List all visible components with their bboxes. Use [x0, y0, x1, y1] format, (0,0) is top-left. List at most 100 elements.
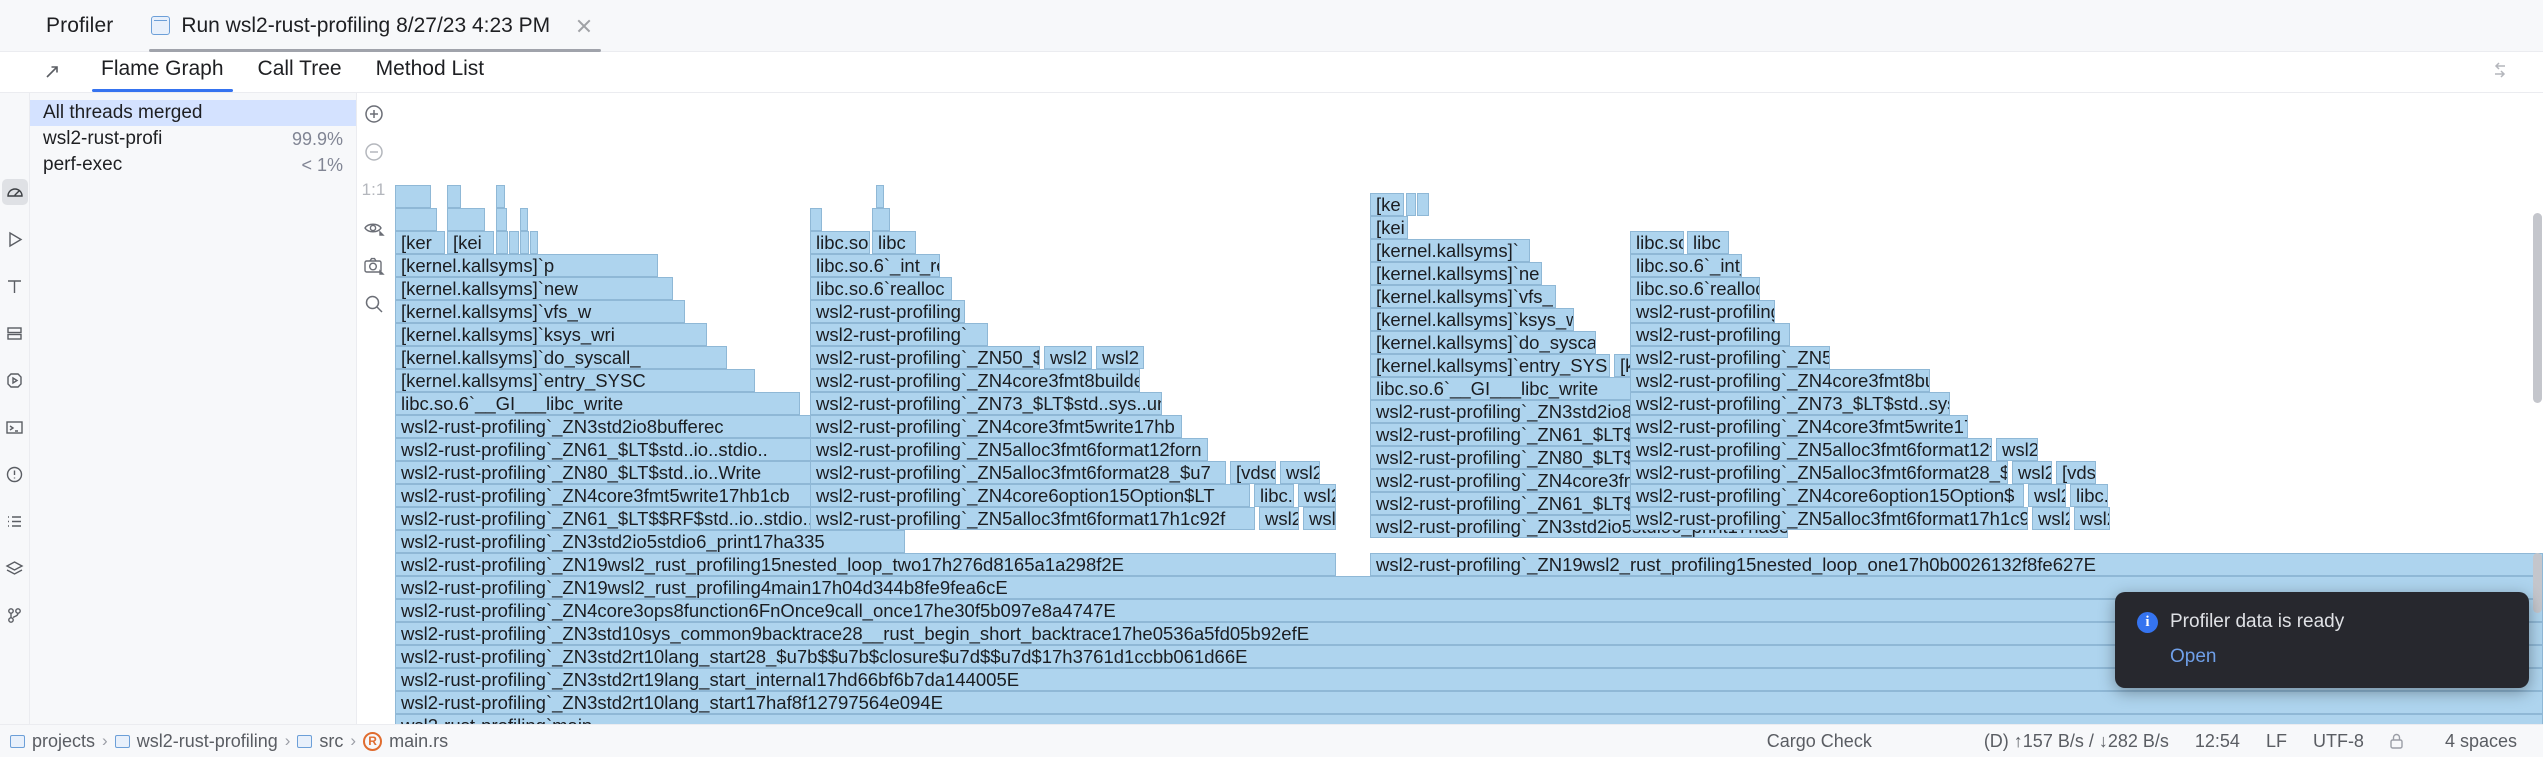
flame-frame[interactable]: wsl2-rust-profiling`_ZN5alloc3fmt6format… [1630, 438, 1992, 461]
collapse-all-icon[interactable] [2485, 57, 2517, 85]
flame-frame[interactable] [1417, 193, 1429, 216]
flame-frame[interactable]: wsl2-rust-profiling`_ZN5alloc3fmt6format… [1630, 461, 2008, 484]
line-separator[interactable]: LF [2266, 731, 2287, 752]
flame-frame[interactable]: wsl2-rust-profiling`_ZN50_$ [810, 346, 1040, 369]
flame-scrollbar-thumb[interactable] [2533, 553, 2542, 613]
camera-icon[interactable] [361, 253, 387, 279]
flame-frame[interactable]: wsl2 [2012, 461, 2052, 484]
flame-frame[interactable] [447, 185, 461, 208]
flame-frame[interactable]: [ker [395, 231, 445, 254]
flame-frame[interactable]: wsl2-rust-profiling`_ZN3std2io8bufferec [395, 415, 831, 438]
flame-frame[interactable]: wsl2-rust-profiling`_ZN5alloc3fmt6format… [1630, 507, 2028, 530]
breadcrumb-item-file[interactable]: R main.rs [363, 731, 448, 752]
flame-frame[interactable]: libc.so.6`__GI___libc_write [1370, 377, 1662, 400]
build-icon[interactable] [2, 273, 28, 299]
terminal-icon[interactable] [2, 414, 28, 440]
eye-icon[interactable] [361, 215, 387, 241]
flame-frame[interactable]: wsl2-rust-profiling`_ZN5alloc3fmt6format… [810, 438, 1208, 461]
flame-frame[interactable] [530, 231, 538, 254]
lock-icon[interactable] [2388, 732, 2405, 751]
flame-frame[interactable]: wsl2 [1096, 346, 1144, 369]
flame-graph-canvas[interactable]: [ker [kei [kernel.kallsyms]`p [kernel.kalls… [390, 93, 2543, 724]
flame-frame[interactable]: wsl2-rust-profiling`_ZN50 [1630, 346, 1830, 369]
breadcrumb-item-project[interactable]: wsl2-rust-profiling [114, 731, 278, 752]
flame-frame[interactable]: [kernel.kallsyms]`do_sysca [1370, 331, 1596, 354]
run-icon[interactable] [2, 226, 28, 252]
profiler-icon[interactable] [1, 179, 28, 205]
flame-frame[interactable]: [kernel.kallsyms]`vfs_w [395, 300, 685, 323]
flame-frame[interactable]: wsl2- [1259, 507, 1299, 530]
flame-frame[interactable]: [kernel.kallsyms]`ne [1370, 262, 1542, 285]
network-status[interactable]: (D) ↑157 B/s / ↓282 B/s [1984, 731, 2169, 752]
flame-frame[interactable]: [kernel.kallsyms]`vfs_ [1370, 285, 1556, 308]
flame-frame[interactable]: wsl2-rust-profiling [1630, 300, 1775, 323]
flame-frame[interactable]: libc.so.6`_int_re [810, 254, 940, 277]
flame-frame[interactable]: [kernel.kallsyms]`entry_SYSC [395, 369, 755, 392]
flame-frame[interactable]: wsl2- [2028, 484, 2066, 507]
run-session-tab[interactable]: Run wsl2-rust-profiling 8/27/23 4:23 PM [149, 0, 602, 52]
flame-frame[interactable]: wsl2-rust-profiling [1630, 323, 1790, 346]
flame-frame[interactable]: wsl2-rust-profiling`_ZN19wsl2_rust_profi… [395, 553, 1336, 576]
flame-frame[interactable]: [kei [1370, 216, 1408, 239]
zoom-in-icon[interactable] [361, 101, 387, 127]
cargo-check-status[interactable]: Cargo Check [1767, 731, 1872, 752]
flame-frame[interactable]: wsl2-rust-profiling`_ZN4core3fmt5write17… [810, 415, 1182, 438]
flame-frame[interactable] [395, 208, 437, 231]
tab-call-tree[interactable]: Call Tree [241, 57, 359, 92]
flame-frame[interactable]: [kernel.kallsyms]` [1370, 239, 1530, 262]
flame-frame[interactable]: wsl2 [1280, 461, 1320, 484]
thread-row[interactable]: All threads merged [30, 100, 356, 126]
flame-frame[interactable]: wsl2-rust-profiling`_ZN4core3fmt5write17… [395, 484, 882, 507]
services-icon[interactable] [2, 320, 28, 346]
thread-row[interactable]: wsl2-rust-profi 99.9% [30, 126, 356, 152]
flame-frame[interactable]: wsl2-rust-profiling`_ZN5alloc3fmt6format… [810, 461, 1226, 484]
flame-frame[interactable]: [vdso [1230, 461, 1276, 484]
flame-frame[interactable] [496, 185, 505, 208]
flame-frame[interactable] [496, 231, 508, 254]
flame-frame[interactable]: wsl2-rust-profiling`main [395, 714, 2543, 724]
flame-frame[interactable] [520, 208, 528, 231]
flame-frame[interactable] [395, 185, 431, 208]
flame-frame[interactable]: wsl2-rust-profiling`_ZN73_$LT$std..sys..… [810, 392, 1162, 415]
flame-frame[interactable]: wsl2- [1303, 507, 1336, 530]
flame-frame[interactable]: [kernel.kallsyms]`ksys_w [1370, 308, 1574, 331]
flame-frame[interactable]: wsl2-rust-profiling`_ZN4core6option15Opt… [810, 484, 1250, 507]
flame-frame[interactable]: wsl2-rust-profiling [810, 300, 965, 323]
flame-frame[interactable]: wsl2-rust-profiling`_ZN4core3fmt8builde [810, 369, 1140, 392]
debug-icon[interactable] [2, 367, 28, 393]
search-icon[interactable] [361, 291, 387, 317]
flame-frame[interactable]: wsl2-rust-profiling` [810, 323, 988, 346]
problems-icon[interactable] [2, 461, 28, 487]
flame-frame[interactable]: libc [872, 231, 916, 254]
flame-frame[interactable]: libc.so.6`_int_ [1630, 254, 1742, 277]
flame-frame[interactable]: wsl2 [2074, 507, 2110, 530]
version-control-icon[interactable] [2, 602, 28, 628]
flame-frame[interactable]: wsl2-rust-profiling`_ZN3std2rt10lang_sta… [395, 691, 2543, 714]
notification-open-link[interactable]: Open [2170, 646, 2216, 668]
caret-position[interactable]: 12:54 [2195, 731, 2240, 752]
flame-scrollbar[interactable] [2533, 213, 2542, 403]
flame-frame[interactable]: wsl2- [1298, 484, 1336, 507]
flame-frame[interactable]: wsl2-rust-profiling`_ZN5alloc3fmt6format… [810, 507, 1255, 530]
flame-frame[interactable]: [ke [1370, 193, 1404, 216]
expand-arrow-icon[interactable] [30, 51, 74, 92]
flame-frame[interactable]: [vds [2056, 461, 2096, 484]
flame-frame[interactable]: libc.so.6`realloc [1630, 277, 1760, 300]
flame-frame[interactable]: libc.so.6`__GI___libc_write [395, 392, 800, 415]
tab-method-list[interactable]: Method List [359, 57, 502, 92]
close-icon[interactable] [573, 15, 595, 37]
flame-frame[interactable]: [kernel.kallsyms]`ksys_wri [395, 323, 707, 346]
flame-frame[interactable]: wsl2-rust-profiling`_ZN3std2io5stdio6_pr… [395, 530, 905, 553]
flame-frame[interactable]: libc.so. [810, 231, 870, 254]
flame-frame[interactable]: wsl2-rust-profiling`_ZN4core3fmt5write17 [1630, 415, 1968, 438]
flame-frame[interactable]: wsl2-rust-profiling`_ZN73_$LT$std..sys.. [1630, 392, 1950, 415]
flame-frame[interactable] [509, 231, 519, 254]
flame-frame[interactable]: [kernel.kallsyms]`new [395, 277, 673, 300]
flame-frame[interactable]: libc.s [2070, 484, 2108, 507]
flame-frame[interactable] [876, 185, 884, 208]
database-icon[interactable] [2, 555, 28, 581]
flame-frame[interactable] [447, 208, 485, 231]
flame-frame[interactable]: libc.so.6`realloc [810, 277, 952, 300]
flame-frame[interactable] [872, 208, 890, 231]
flame-frame[interactable] [1406, 193, 1416, 216]
